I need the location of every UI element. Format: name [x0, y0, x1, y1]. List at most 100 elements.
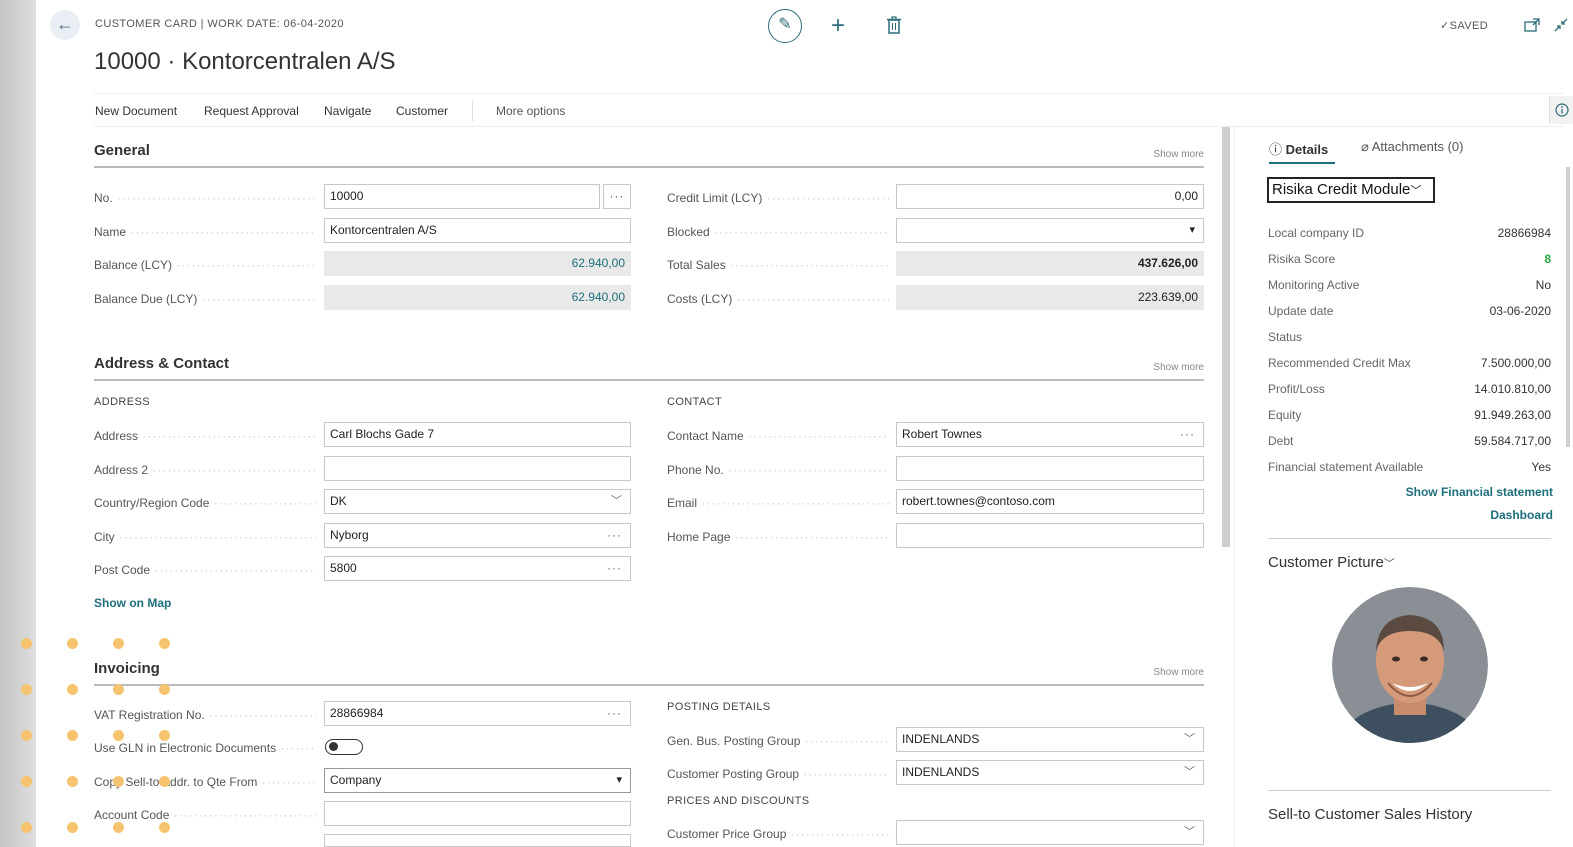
new-plus-icon[interactable]: + [831, 11, 845, 41]
show-on-map-link[interactable]: Show on Map [94, 596, 171, 610]
home-page-field[interactable] [896, 523, 1204, 548]
fb-value: No [1535, 278, 1551, 292]
fb-key: Update date [1268, 304, 1334, 318]
gen-bus-label: Gen. Bus. Posting Group [667, 734, 889, 748]
back-arrow-icon[interactable]: ← [50, 10, 80, 40]
city-field[interactable]: Nyborg ··· [324, 523, 631, 548]
fb-row-update-date: Update date 03-06-2020 [1268, 304, 1551, 324]
post-code-field[interactable]: 5800 ··· [324, 556, 631, 581]
chevron-down-icon: ﹀ [1410, 185, 1422, 197]
total-sales-label: Total Sales [667, 258, 889, 272]
main-scrollbar[interactable] [1222, 127, 1230, 547]
contact-name-field[interactable]: Robert Townes ··· [896, 422, 1204, 447]
ellipsis-icon[interactable]: ··· [607, 702, 622, 725]
fb-key: Local company ID [1268, 226, 1365, 240]
decor-dot [159, 822, 170, 833]
address-show-more[interactable]: Show more [1153, 362, 1204, 373]
contact-subheading: CONTACT [667, 396, 723, 408]
info-icon [1555, 103, 1569, 117]
edit-pencil-icon[interactable]: ✎ [768, 9, 802, 43]
factbox-toggle-button[interactable] [1549, 96, 1573, 124]
phone-field[interactable] [896, 456, 1204, 481]
open-new-window-icon[interactable] [1524, 17, 1540, 33]
cust-posting-field[interactable]: INDENLANDS ﹀ [896, 760, 1204, 785]
address-field[interactable]: Carl Blochs Gade 7 [324, 422, 631, 447]
invoicing-title: Invoicing [94, 660, 160, 677]
country-field[interactable]: DK ﹀ [324, 489, 631, 514]
action-customer[interactable]: Customer [396, 104, 448, 118]
tab-attachments[interactable]: ⌀ Attachments (0) [1361, 139, 1464, 155]
copy-addr-select[interactable]: Company ▾ [324, 768, 631, 793]
general-section-header: General Show more [94, 142, 1204, 168]
gln-toggle[interactable] [325, 739, 363, 755]
vat-field[interactable]: 28866984 ··· [324, 701, 631, 726]
action-separator [472, 101, 473, 121]
city-value: Nyborg [330, 528, 369, 542]
dashboard-link[interactable]: Dashboard [1490, 508, 1553, 522]
fb-value: 14.010.810,00 [1474, 382, 1551, 396]
balance-due-value[interactable]: 62.940,00 [324, 285, 631, 310]
fb-value: 03-06-2020 [1489, 304, 1551, 318]
fb-row-equity: Equity 91.949.263,00 [1268, 408, 1551, 428]
account-code-field[interactable] [324, 801, 631, 826]
decor-dot [113, 776, 124, 787]
delete-trash-icon[interactable] [886, 16, 902, 34]
address-title: Address & Contact [94, 355, 230, 372]
action-new-document[interactable]: New Document [95, 104, 177, 118]
action-more-options[interactable]: More options [496, 104, 565, 118]
balance-label: Balance (LCY) [94, 258, 316, 272]
risika-module-dropdown[interactable]: Risika Credit Module﹀ [1267, 177, 1435, 203]
price-group-label: Customer Price Group [667, 827, 889, 841]
home-page-label: Home Page [667, 530, 889, 544]
general-show-more[interactable]: Show more [1153, 149, 1204, 160]
action-navigate[interactable]: Navigate [324, 104, 371, 118]
contact-name-value: Robert Townes [902, 427, 982, 441]
decor-dot [159, 684, 170, 695]
decor-dot [21, 776, 32, 787]
decor-dot [67, 638, 78, 649]
blocked-label: Blocked [667, 225, 889, 239]
left-background-strip [0, 0, 36, 847]
tab-details-label: Details [1285, 142, 1329, 157]
fb-key: Monitoring Active [1268, 278, 1360, 292]
ellipsis-icon[interactable]: ··· [1180, 423, 1195, 446]
fb-value: 7.500.000,00 [1480, 356, 1551, 370]
no-assist-edit-button[interactable]: ··· [603, 184, 631, 209]
blocked-select[interactable]: ▾ [896, 218, 1204, 243]
ellipsis-icon[interactable]: ··· [607, 557, 622, 580]
posting-details-subheading: POSTING DETAILS [667, 701, 771, 713]
name-field[interactable]: Kontorcentralen A/S [324, 218, 631, 243]
factbox-scrollbar[interactable] [1566, 167, 1570, 447]
tab-attachments-label: Attachments (0) [1371, 139, 1464, 154]
action-request-approval[interactable]: Request Approval [204, 104, 299, 118]
balance-due-label: Balance Due (LCY) [94, 292, 316, 306]
invoicing-show-more[interactable]: Show more [1153, 667, 1204, 678]
ellipsis-icon[interactable]: ··· [607, 524, 622, 547]
show-financial-statement-link[interactable]: Show Financial statement [1406, 485, 1553, 499]
balance-value[interactable]: 62.940,00 [324, 251, 631, 276]
collapse-arrows-icon[interactable] [1553, 17, 1569, 33]
customer-avatar[interactable] [1332, 587, 1488, 743]
customer-picture-heading[interactable]: Customer Picture﹀ [1268, 554, 1395, 571]
gln-label: Use GLN in Electronic Documents [94, 741, 316, 755]
price-group-field[interactable]: ﹀ [896, 820, 1204, 845]
next-field-partial[interactable] [324, 834, 631, 847]
decor-dot [159, 730, 170, 741]
fb-row-debt: Debt 59.584.717,00 [1268, 434, 1551, 454]
city-label: City [94, 530, 316, 544]
address2-field[interactable] [324, 456, 631, 481]
decor-dot [113, 730, 124, 741]
decor-dot [113, 822, 124, 833]
chevron-down-icon: ﹀ [1383, 558, 1395, 570]
vat-label: VAT Registration No. [94, 708, 316, 722]
decor-dot [67, 822, 78, 833]
credit-limit-field[interactable]: 0,00 [896, 184, 1204, 209]
chevron-down-icon: ﹀ [1184, 766, 1195, 778]
no-field[interactable]: 10000 [324, 184, 600, 209]
credit-limit-label: Credit Limit (LCY) [667, 191, 889, 205]
fb-row-monitoring: Monitoring Active No [1268, 278, 1551, 298]
gen-bus-value: INDENLANDS [902, 732, 980, 746]
gen-bus-field[interactable]: INDENLANDS ﹀ [896, 727, 1204, 752]
tab-details[interactable]: ⓘ Details [1269, 139, 1328, 158]
email-field[interactable]: robert.townes@contoso.com [896, 489, 1204, 514]
